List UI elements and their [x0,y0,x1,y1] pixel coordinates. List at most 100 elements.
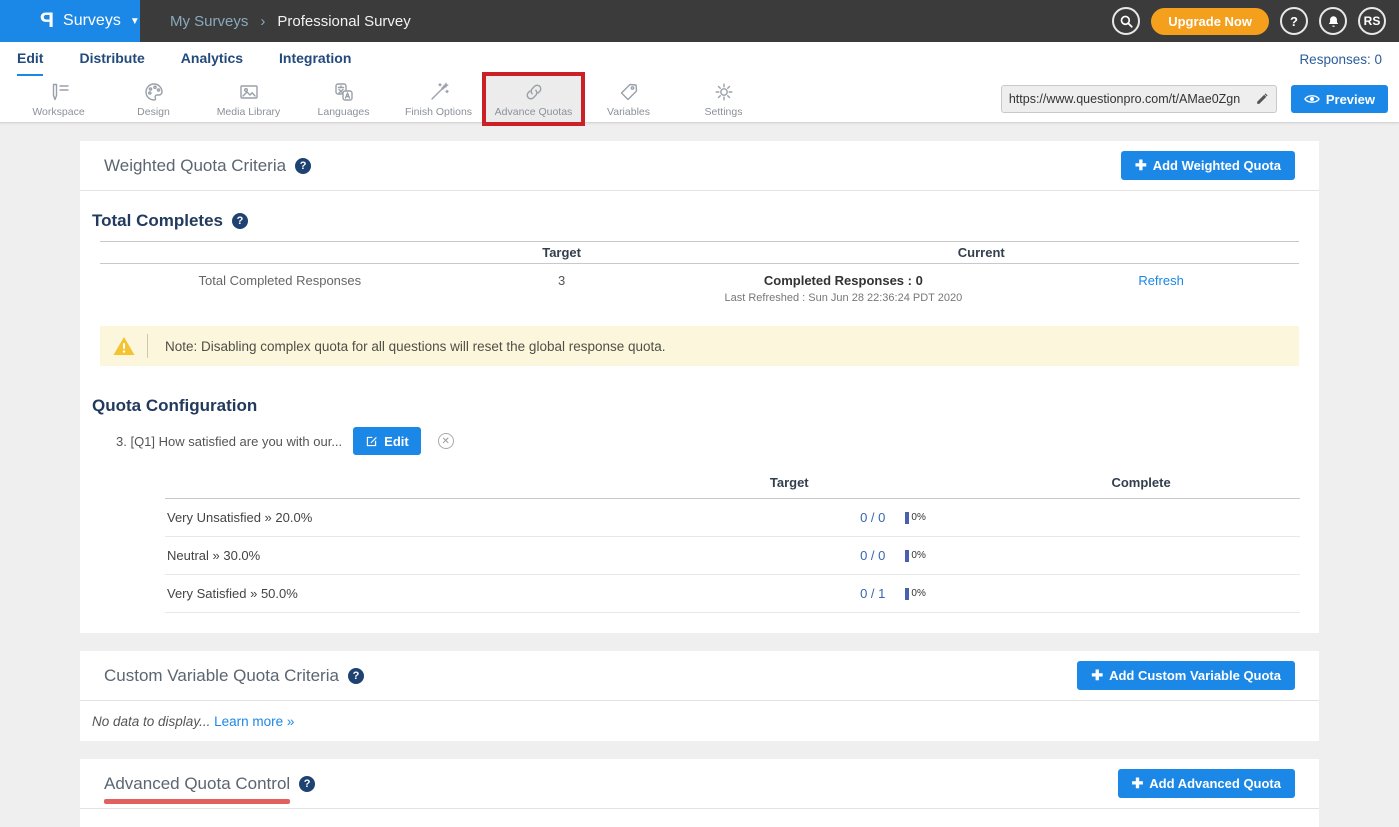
tab-edit[interactable]: Edit [17,42,43,76]
progress-bar [905,512,909,524]
preview-button-label: Preview [1326,92,1375,107]
advanced-quota-control-title-text: Advanced Quota Control [104,774,290,794]
no-data-text: No data to display... [92,714,210,729]
survey-url-input[interactable] [1009,92,1255,106]
percent-cell: 0% [891,512,982,524]
toolbar-item-label: Variables [607,106,650,118]
help-icon[interactable]: ? [299,776,315,792]
refresh-link[interactable]: Refresh [1138,273,1184,288]
tab-integration[interactable]: Integration [279,42,351,76]
responses-count: Responses: 0 [1299,52,1382,67]
quota-table-header-row: Target Complete [165,469,1300,499]
toolbar-item-media-library[interactable]: Media Library [201,76,296,122]
answer-option-label: Very Unsatisfied » 20.0% [165,510,687,525]
quota-configuration-heading-text: Quota Configuration [92,396,257,416]
target-fraction: 0 / 0 [687,510,891,525]
annotation-red-underline [104,799,290,804]
add-advanced-quota-button[interactable]: ✚ Add Advanced Quota [1118,769,1295,798]
palette-icon [142,80,166,104]
target-value: 3 [460,273,664,288]
bell-icon [1326,14,1341,29]
toolbar-item-finish-options[interactable]: Finish Options [391,76,486,122]
current-value-cell: Completed Responses : 0 Last Refreshed :… [664,273,1024,304]
toolbar-item-workspace[interactable]: Workspace [11,76,106,122]
progress-bar [905,588,909,600]
search-button[interactable] [1112,7,1140,35]
percent-value: 0% [911,588,925,599]
survey-url-area: Preview [1001,76,1388,122]
learn-more-link[interactable]: Learn more » [214,714,294,729]
toolbar-item-label: Finish Options [405,106,472,118]
advanced-quota-control-header: Advanced Quota Control ? ✚ Add Advanced … [80,759,1319,809]
complete-column-header: Complete [982,475,1300,490]
main-content: Weighted Quota Criteria ? ✚ Add Weighted… [0,123,1399,827]
toolbar-item-languages[interactable]: Languages [296,76,391,122]
percent-value: 0% [911,512,925,523]
warning-triangle-icon [112,335,136,357]
answer-option-label: Neutral » 30.0% [165,548,687,563]
weighted-quota-title: Weighted Quota Criteria ? [104,156,311,176]
weighted-quota-criteria-card: Weighted Quota Criteria ? ✚ Add Weighted… [80,141,1319,633]
toolbar-item-label: Settings [705,106,743,118]
toolbar-item-label: Media Library [217,106,281,118]
tab-analytics[interactable]: Analytics [181,42,243,76]
help-icon[interactable]: ? [232,213,248,229]
percent-value: 0% [911,550,925,561]
quota-configuration-table: Target Complete Very Unsatisfied » 20.0%… [165,469,1300,613]
help-button[interactable]: ? [1280,7,1308,35]
breadcrumb-my-surveys[interactable]: My Surveys [170,13,248,30]
add-advanced-quota-label: Add Advanced Quota [1149,776,1281,791]
eye-icon [1304,93,1320,105]
quota-note-banner: Note: Disabling complex quota for all qu… [100,326,1299,366]
primary-tabs: Edit Distribute Analytics Integration Re… [0,42,1399,76]
preview-button[interactable]: Preview [1291,85,1388,113]
tab-distribute[interactable]: Distribute [79,42,144,76]
target-column-header: Target [687,475,891,490]
image-icon [237,80,261,104]
percent-cell: 0% [891,550,982,562]
edit-pencil-icon[interactable] [1255,92,1269,106]
target-column-header: Target [460,245,664,260]
weighted-quota-header: Weighted Quota Criteria ? ✚ Add Weighted… [80,141,1319,191]
target-fraction: 0 / 0 [687,548,891,563]
quota-row-neutral: Neutral » 30.0% 0 / 0 0% [165,537,1300,575]
breadcrumb-current: Professional Survey [277,13,410,30]
total-completes-header-row: Target Current [100,241,1299,264]
add-weighted-quota-button[interactable]: ✚ Add Weighted Quota [1121,151,1295,180]
custom-variable-quota-card: Custom Variable Quota Criteria ? ✚ Add C… [80,651,1319,741]
note-divider [147,334,148,358]
edit-icon [365,435,378,448]
edit-button-label: Edit [384,434,409,449]
surveys-product-menu[interactable]: P Surveys ▼ [0,0,140,42]
percent-cell: 0% [891,588,982,600]
toolbar-item-advance-quotas[interactable]: Advance Quotas [486,76,581,122]
remove-quota-icon[interactable]: ✕ [438,433,454,449]
quota-question-row: 3. [Q1] How satisfied are you with our..… [116,427,1307,455]
toolbar-item-variables[interactable]: Variables [581,76,676,122]
add-custom-variable-quota-button[interactable]: ✚ Add Custom Variable Quota [1077,661,1295,690]
question-mark-icon: ? [1290,14,1298,29]
last-refreshed-timestamp: Last Refreshed : Sun Jun 28 22:36:24 PDT… [664,292,1024,304]
advanced-quota-control-title: Advanced Quota Control ? [104,774,315,794]
avatar[interactable]: RS [1358,7,1386,35]
toolbar-item-settings[interactable]: Settings [676,76,771,122]
no-data-row: No data to display... Learn more » [80,701,1319,741]
custom-variable-quota-title: Custom Variable Quota Criteria ? [104,666,364,686]
toolbar-item-label: Languages [318,106,370,118]
target-fraction: 0 / 1 [687,586,891,601]
plus-icon: ✚ [1091,667,1103,684]
notifications-button[interactable] [1319,7,1347,35]
tag-icon [617,80,641,104]
add-custom-variable-quota-label: Add Custom Variable Quota [1109,668,1281,683]
topbar-actions: Upgrade Now ? RS [1112,7,1399,35]
help-icon[interactable]: ? [295,158,311,174]
progress-bar [905,550,909,562]
advanced-quota-control-card: Advanced Quota Control ? ✚ Add Advanced … [80,759,1319,827]
empty-header-cell [100,245,460,260]
quota-configuration-heading: Quota Configuration [92,396,1307,416]
toolbar-item-label: Workspace [32,106,84,118]
help-icon[interactable]: ? [348,668,364,684]
edit-question-button[interactable]: Edit [353,427,421,455]
upgrade-now-button[interactable]: Upgrade Now [1151,8,1269,35]
toolbar-item-design[interactable]: Design [106,76,201,122]
